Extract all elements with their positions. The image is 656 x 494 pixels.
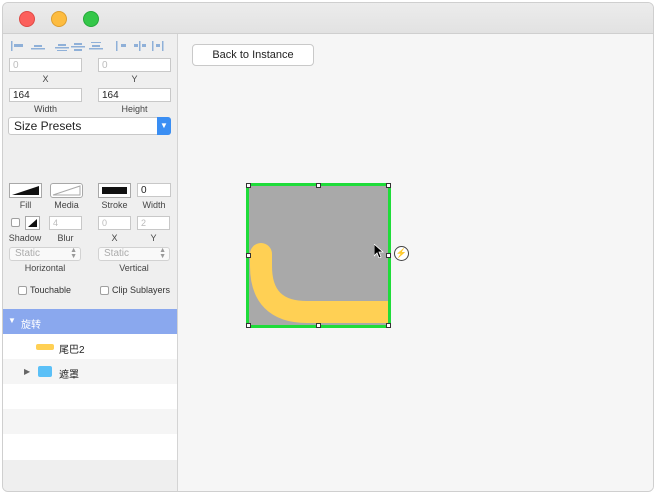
shadow-y-label: Y (150, 233, 157, 243)
size-presets-select[interactable]: Size Presets ▼ (8, 117, 171, 135)
x-label: X (42, 74, 49, 84)
distribute-center-icon[interactable] (133, 38, 147, 51)
shadow-blur-input[interactable]: 4 (49, 216, 82, 230)
folder-icon (38, 366, 52, 377)
clip-sublayers-checkbox[interactable] (100, 286, 109, 295)
back-to-instance-button[interactable]: Back to Instance (192, 44, 314, 66)
width-label: Width (33, 104, 57, 114)
vertical-constraint-select[interactable]: Static ▲ ▼ (98, 247, 170, 261)
resize-handle-bottom[interactable] (316, 323, 321, 328)
horizontal-constraint-select[interactable]: Static ▲ ▼ (9, 247, 81, 261)
stepper-arrows-icon: ▲ ▼ (70, 247, 77, 260)
layer-row-empty (3, 409, 177, 434)
shadow-color-swatch[interactable] (25, 216, 40, 230)
layer-row-selected[interactable]: ▼ 旋转 (3, 309, 177, 334)
app-window: 0 0 X Y 164 🔒︎ 164 Width Height Size Pre… (2, 2, 654, 492)
align-center-horizontal-icon[interactable] (31, 38, 45, 50)
fill-label: Fill (19, 200, 32, 210)
resize-handle-bottom-right[interactable] (386, 323, 391, 328)
horizontal-constraint-value: Static (15, 248, 41, 259)
y-position-input[interactable]: 0 (98, 58, 171, 72)
height-input[interactable]: 164 (98, 88, 171, 102)
layer-row-empty (3, 384, 177, 409)
bolt-icon[interactable]: ⚡ (394, 246, 409, 261)
vertical-constraint-value: Static (104, 248, 130, 259)
vertical-label: Vertical (119, 263, 149, 273)
layer-row[interactable]: ▶ 遮罩 (3, 359, 177, 384)
resize-handle-bottom-left[interactable] (246, 323, 251, 328)
close-window-button[interactable] (19, 11, 35, 27)
disclosure-triangle-open-icon[interactable]: ▼ (8, 316, 16, 325)
resize-handle-top-left[interactable] (246, 183, 251, 188)
y-label: Y (131, 74, 138, 84)
tail-shape (250, 243, 388, 323)
resize-handle-left[interactable] (246, 253, 251, 258)
stroke-width-input[interactable]: 0 (137, 183, 171, 197)
shadow-checkbox[interactable] (11, 218, 20, 227)
stroke-label: Stroke (101, 200, 128, 210)
distribute-vertical-icon[interactable] (151, 38, 165, 51)
height-label: Height (121, 104, 148, 114)
width-input[interactable]: 164 (9, 88, 82, 102)
distribute-horizontal-icon[interactable] (115, 38, 129, 51)
title-bar (3, 3, 653, 34)
shadow-label: Shadow (8, 233, 42, 243)
selected-layer-frame[interactable] (246, 183, 391, 328)
zoom-window-button[interactable] (83, 11, 99, 27)
layer-name: 旋转 (21, 320, 41, 331)
clip-sublayers-label: Clip Sublayers (112, 285, 171, 295)
stroke-swatch[interactable] (98, 183, 131, 198)
layer-name: 遮罩 (59, 370, 79, 381)
layers-panel: ▼ 旋转 尾巴2 ▶ 遮罩 (3, 309, 177, 460)
touchable-checkbox[interactable] (18, 286, 27, 295)
resize-handle-top-right[interactable] (386, 183, 391, 188)
shadow-y-input[interactable]: 2 (137, 216, 170, 230)
touchable-label: Touchable (30, 285, 72, 295)
blur-label: Blur (57, 233, 74, 243)
mouse-cursor-icon (374, 244, 384, 258)
align-bottom-icon[interactable] (89, 38, 103, 50)
align-middle-icon[interactable] (71, 38, 85, 51)
layer-name: 尾巴2 (59, 345, 85, 356)
x-position-input[interactable]: 0 (9, 58, 82, 72)
fill-swatch[interactable] (9, 183, 42, 198)
layer-row[interactable]: 尾巴2 (3, 334, 177, 359)
horizontal-label: Horizontal (24, 263, 66, 273)
layer-row-empty (3, 434, 177, 459)
resize-handle-top[interactable] (316, 183, 321, 188)
canvas[interactable]: Back to Instance ⚡ (178, 34, 653, 491)
minimize-window-button[interactable] (51, 11, 67, 27)
stroke-width-label: Width (142, 200, 166, 210)
alignment-toolbar (11, 36, 171, 51)
disclosure-triangle-closed-icon[interactable]: ▶ (24, 367, 30, 376)
stepper-arrows-icon: ▲ ▼ (159, 247, 166, 260)
chevron-down-icon: ▼ (157, 117, 171, 135)
resize-handle-right[interactable] (386, 253, 391, 258)
shadow-x-input[interactable]: 0 (98, 216, 131, 230)
size-presets-value: Size Presets (14, 119, 82, 133)
media-label: Media (54, 200, 79, 210)
media-swatch[interactable] (50, 183, 83, 198)
shape-layer-icon (36, 344, 54, 350)
shadow-x-label: X (111, 233, 118, 243)
align-top-icon[interactable] (55, 38, 69, 51)
align-left-icon[interactable] (11, 38, 25, 51)
